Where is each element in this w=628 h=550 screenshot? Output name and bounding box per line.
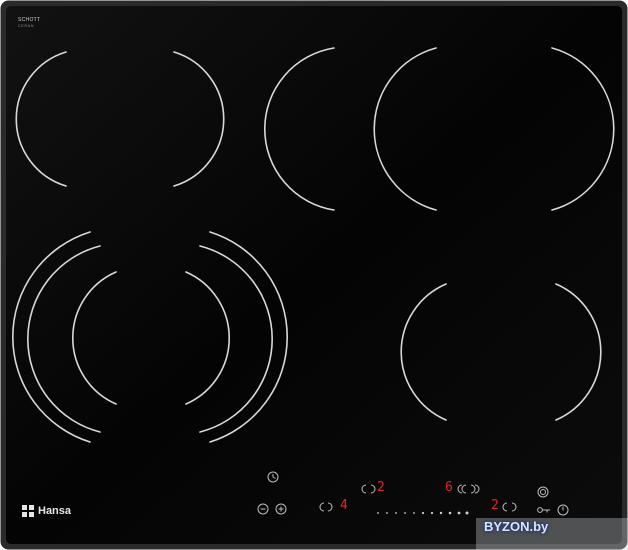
brand-logo-text: Hansa (38, 505, 72, 517)
zone-front-right-level-display: 2 (491, 498, 499, 513)
hansa-logo-icon (22, 505, 34, 517)
cooktop (0, 0, 628, 550)
watermark-text: BYZON.by (484, 519, 549, 534)
zone-front-left-level-display: 4 (340, 498, 348, 513)
glass-line-label: CERAN (18, 24, 35, 28)
zone-rear-right-level-display: 6 (445, 480, 453, 495)
zone-rear-middle-level-display: 2 (377, 480, 385, 495)
glass-maker-label: SCHOTT (18, 17, 41, 23)
ceramic-glass (6, 6, 622, 544)
